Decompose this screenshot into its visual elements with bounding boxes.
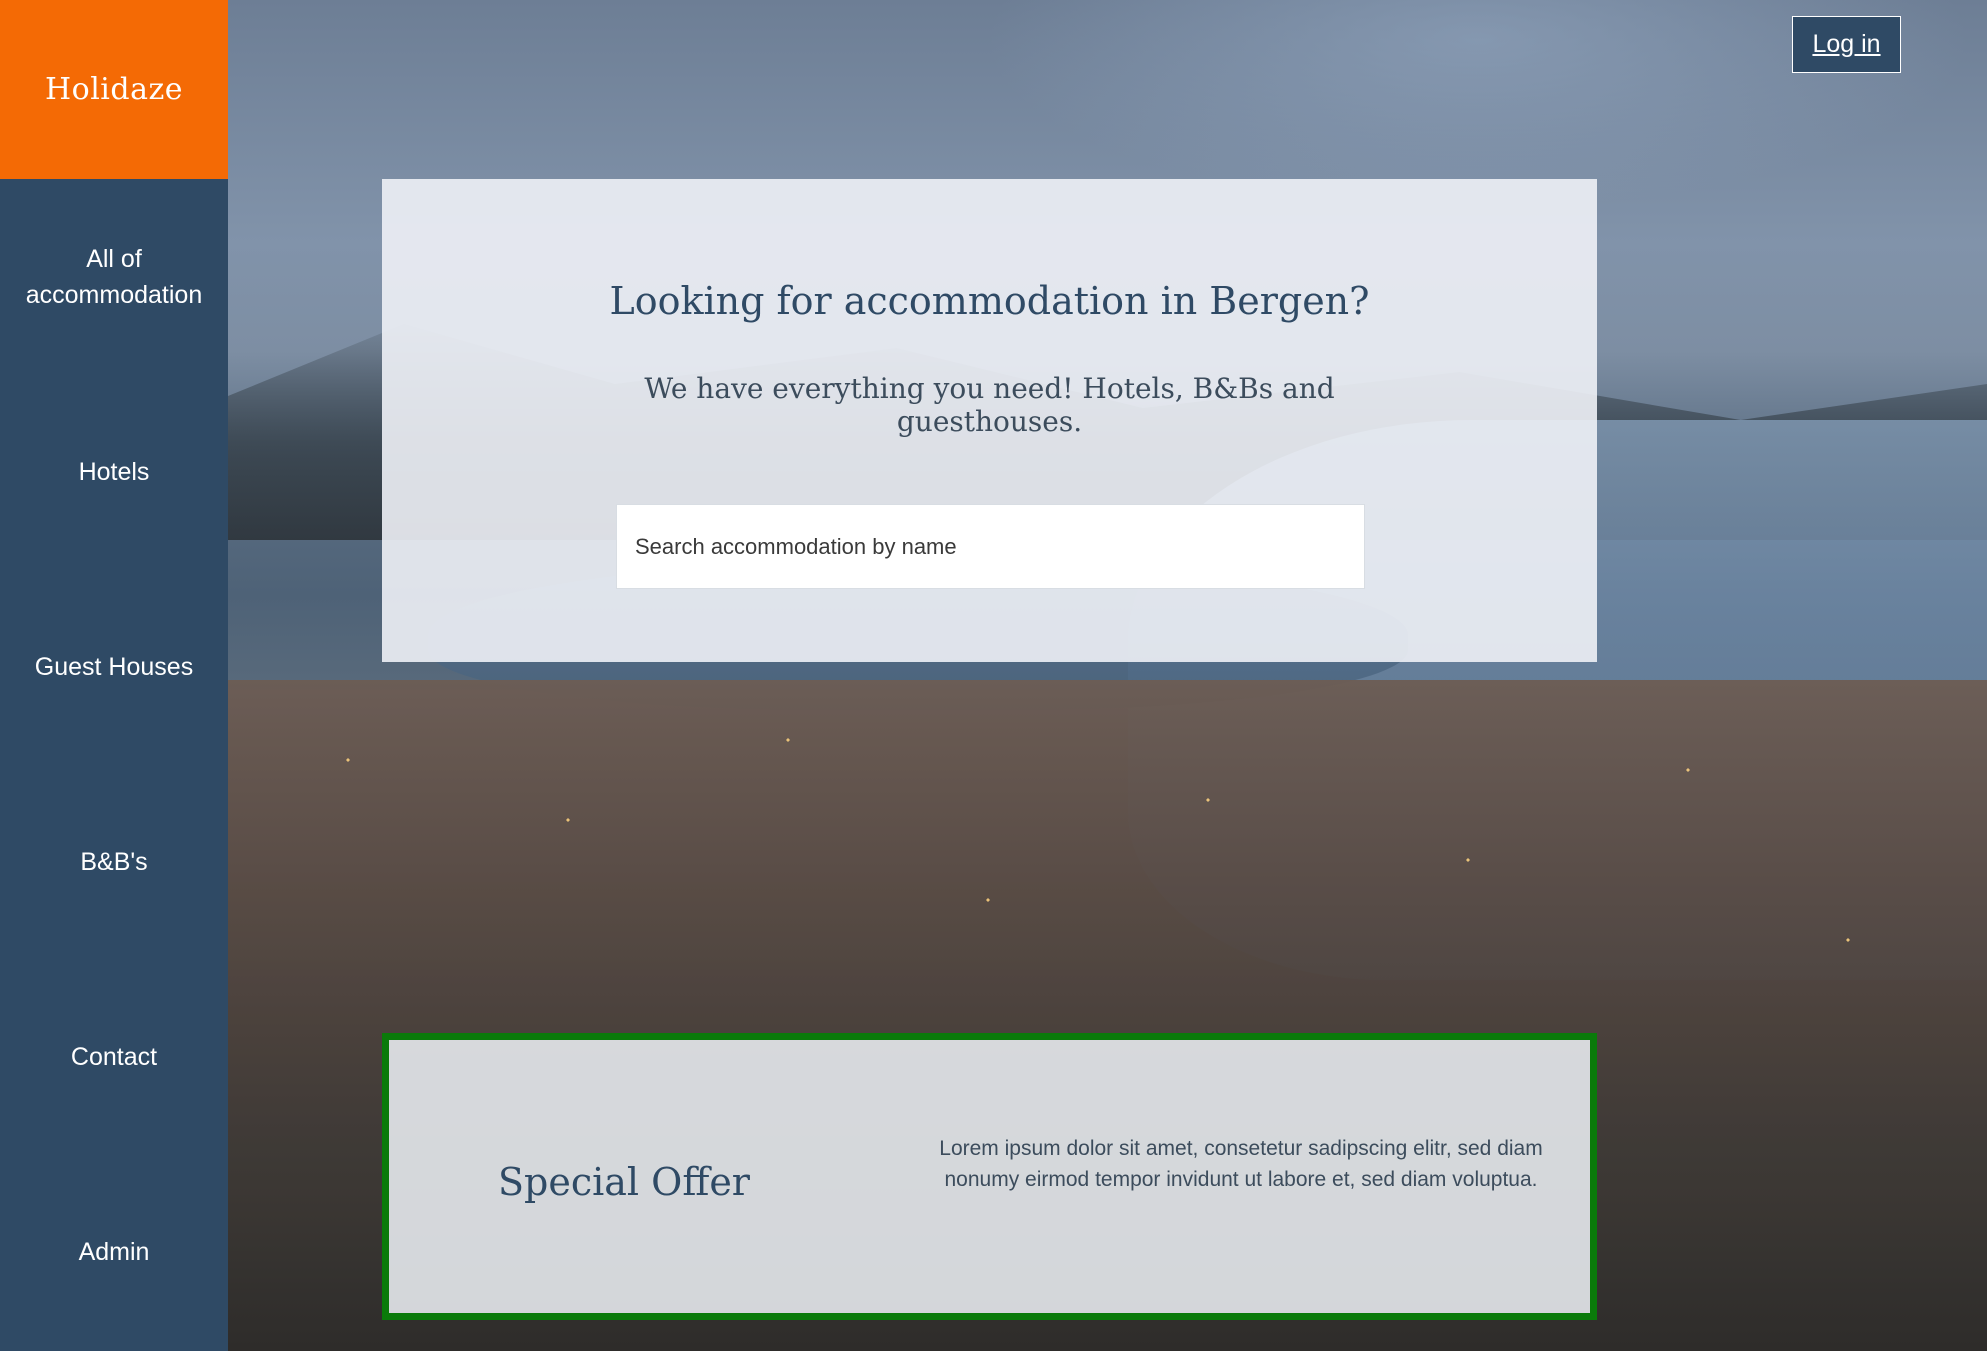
login-button[interactable]: Log in	[1792, 16, 1901, 73]
hero-panel: Looking for accommodation in Bergen? We …	[382, 179, 1597, 662]
hero-title: Looking for accommodation in Bergen?	[609, 279, 1370, 323]
search-input[interactable]	[616, 504, 1365, 589]
brand-logo[interactable]: Holidaze	[0, 0, 228, 179]
special-offer-card[interactable]: Special Offer Lorem ipsum dolor sit amet…	[382, 1033, 1597, 1320]
sidebar-item-admin[interactable]: Admin	[0, 1154, 228, 1349]
sidebar-nav: All of accommodation Hotels Guest Houses…	[0, 179, 228, 1349]
sidebar-item-bnbs[interactable]: B&B's	[0, 764, 228, 959]
hero-subtitle: We have everything you need! Hotels, B&B…	[644, 372, 1335, 438]
page: Holidaze All of accommodation Hotels Gue…	[0, 0, 1987, 1351]
special-offer-title: Special Offer	[498, 1160, 750, 1204]
sidebar-item-hotels[interactable]: Hotels	[0, 374, 228, 569]
sidebar-item-guest-houses[interactable]: Guest Houses	[0, 569, 228, 764]
special-offer-text: Lorem ipsum dolor sit amet, consetetur s…	[939, 1137, 1543, 1191]
sidebar-item-all-accommodation[interactable]: All of accommodation	[0, 179, 228, 374]
sidebar: Holidaze All of accommodation Hotels Gue…	[0, 0, 228, 1351]
sidebar-item-contact[interactable]: Contact	[0, 959, 228, 1154]
